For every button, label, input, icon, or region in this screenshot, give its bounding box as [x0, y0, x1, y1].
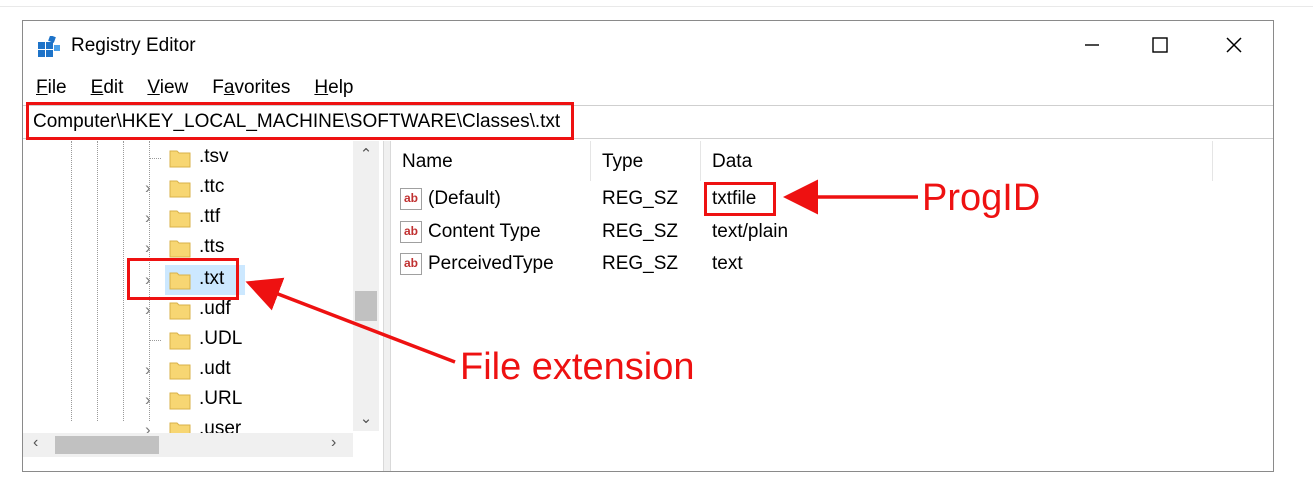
file-extension-arrow	[245, 277, 456, 364]
annotation-arrows	[245, 179, 918, 364]
file-extension-annotation: File extension	[460, 346, 695, 388]
progid-annotation: ProgID	[922, 177, 1041, 219]
